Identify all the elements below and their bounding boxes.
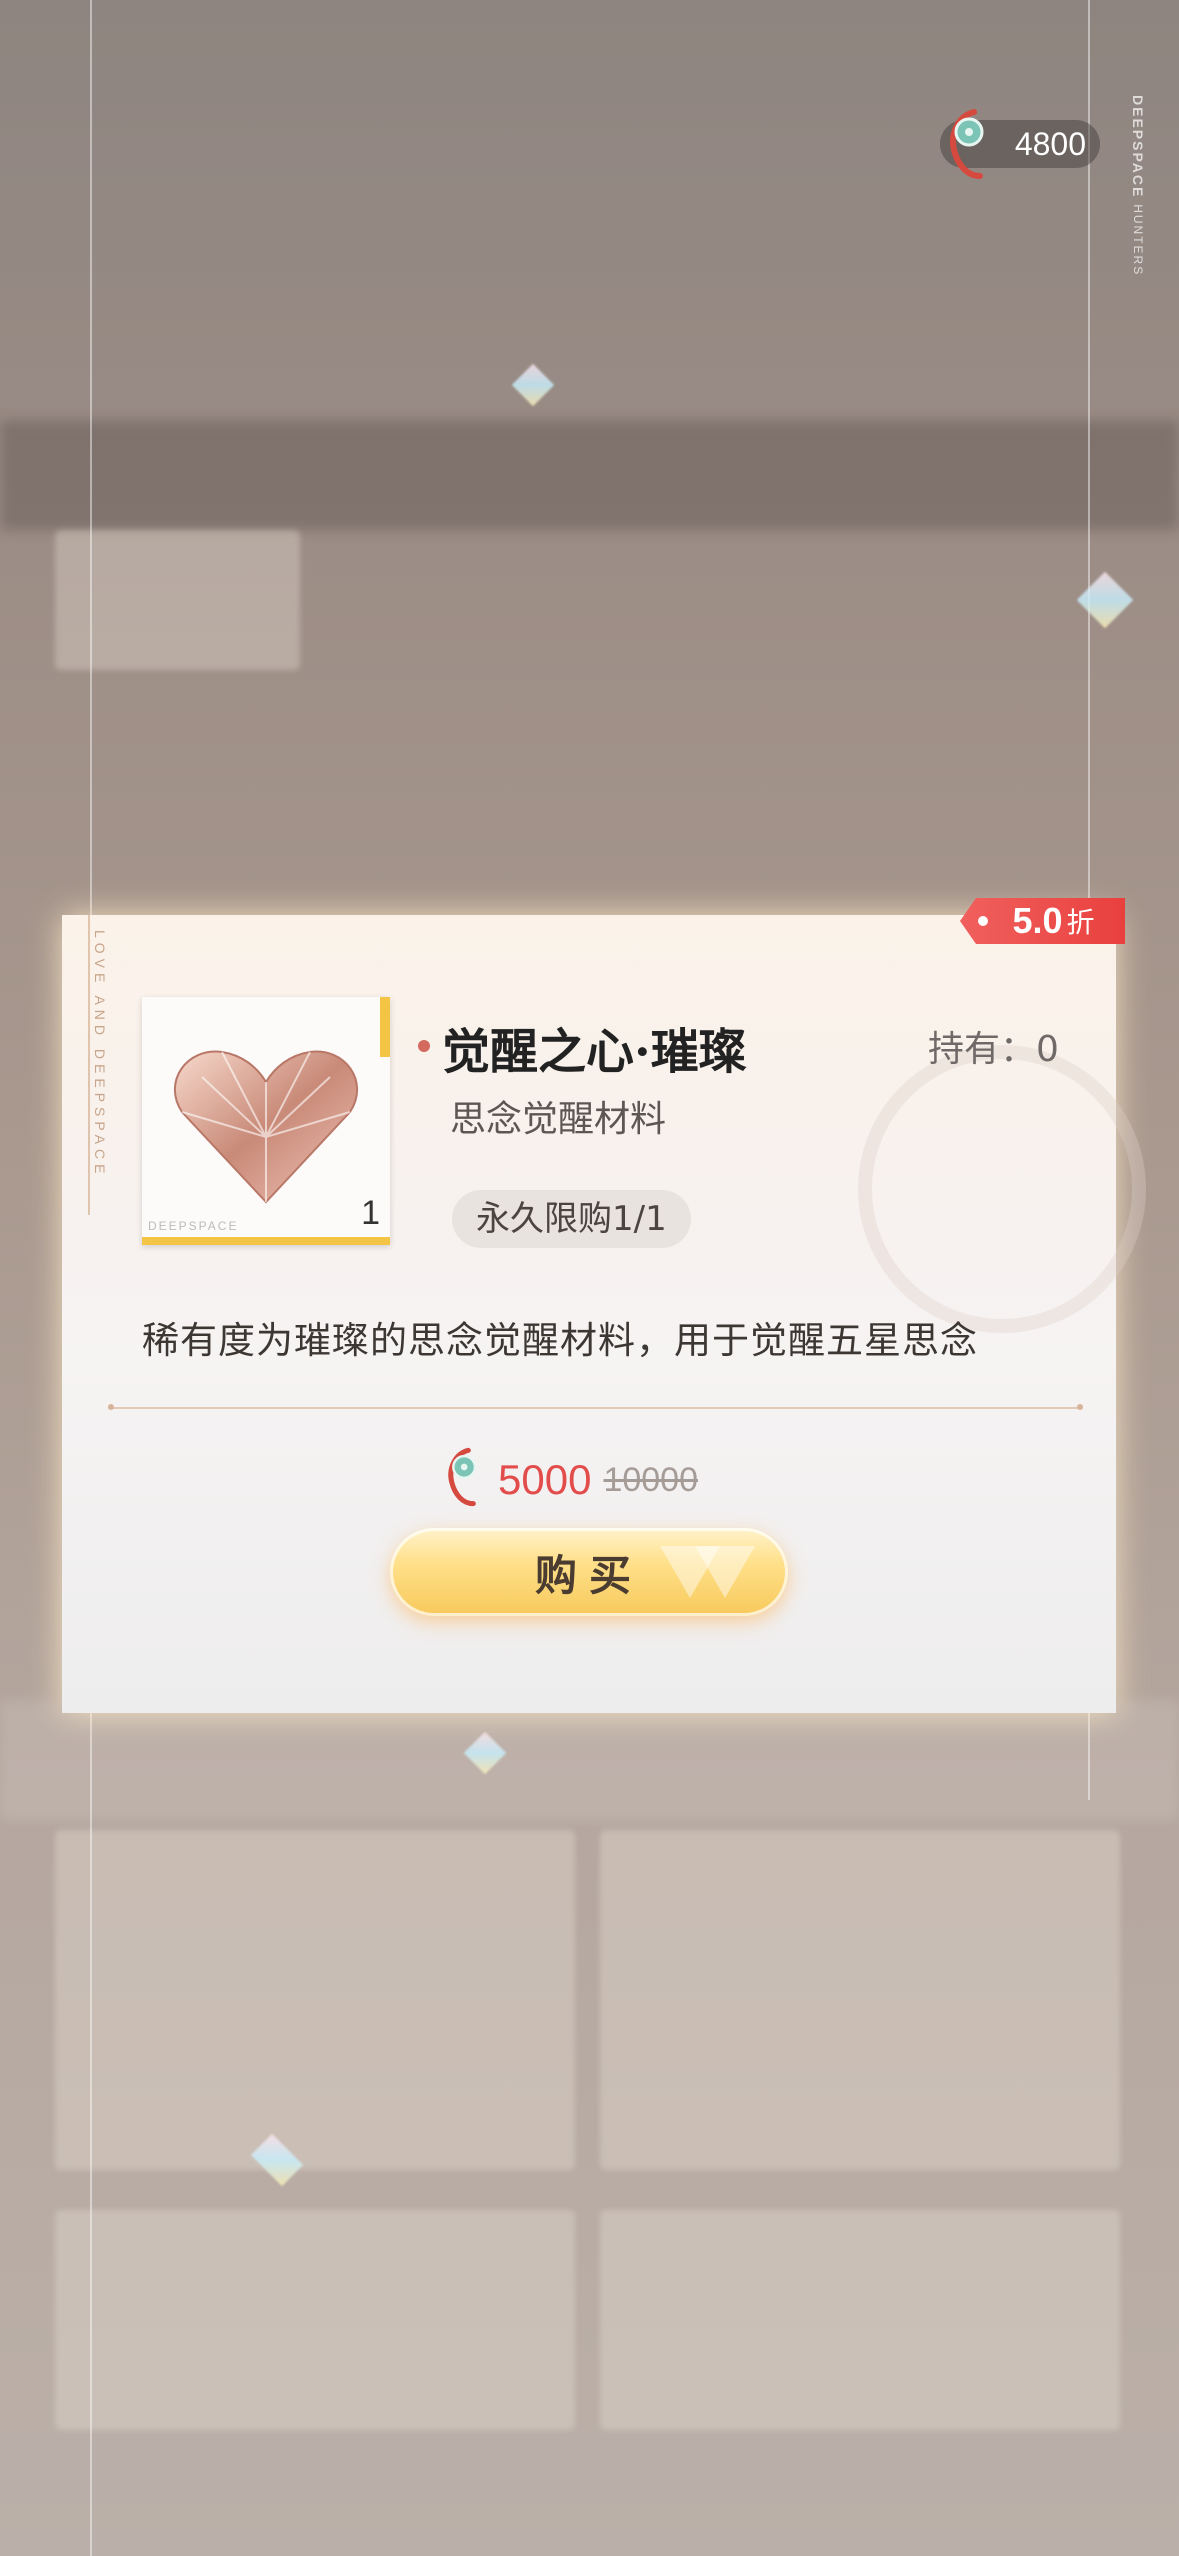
buy-button-label: 购买 xyxy=(534,1550,643,1600)
price-current: 5000 xyxy=(498,1456,592,1503)
title-dot xyxy=(418,1040,430,1052)
coin-icon xyxy=(448,1447,477,1507)
background-band xyxy=(0,1700,1179,1820)
item-icon-frame: DEEPSPACE 1 xyxy=(142,997,390,1245)
brand-logo: DEEPSPACE HUNTERS xyxy=(1130,95,1146,276)
discount-value: 5.0 xyxy=(1012,900,1063,941)
buy-button[interactable]: 购买 xyxy=(390,1528,788,1616)
discount-unit: 折 xyxy=(1066,906,1095,939)
currency-amount: 4800 xyxy=(1014,125,1086,162)
discount-dot xyxy=(978,916,988,926)
discount-badge: 5.0 折 xyxy=(960,898,1125,944)
button-decoration xyxy=(695,1546,755,1598)
rarity-bottom-bar xyxy=(142,1237,390,1245)
sparkle-decoration xyxy=(1076,571,1134,629)
price-original: 10000 xyxy=(603,1460,698,1499)
dialog-side-label: LOVE AND DEEPSPACE xyxy=(92,930,108,1179)
brand-logo-sub: HUNTERS xyxy=(1131,204,1145,277)
dialog-side-decoration xyxy=(62,915,90,1215)
diamond-heart-icon xyxy=(173,1050,359,1204)
item-icon-brand: DEEPSPACE xyxy=(148,1219,239,1233)
purchase-limit-badge: 永久限购1/1 xyxy=(452,1190,691,1248)
price-row: 5000 10000 xyxy=(440,1445,698,1515)
rarity-side-bar xyxy=(380,997,390,1057)
coin-icon xyxy=(950,109,984,179)
item-quantity: 1 xyxy=(361,1194,380,1232)
item-description: 稀有度为璀璨的思念觉醒材料，用于觉醒五星思念 xyxy=(142,1319,978,1362)
background-panel xyxy=(600,1830,1120,2170)
brand-logo-main: DEEPSPACE xyxy=(1130,95,1146,199)
owned-count: 持有：0 xyxy=(928,1029,1059,1070)
divider xyxy=(108,1404,1083,1410)
background-band xyxy=(0,420,1179,530)
item-category: 思念觉醒材料 xyxy=(450,1099,667,1140)
dialog-arc-decoration xyxy=(858,1045,1146,1333)
background-panel xyxy=(600,2210,1120,2430)
background-panel xyxy=(55,1830,575,2170)
sparkle-decoration xyxy=(511,363,555,407)
item-name: 觉醒之心·璀璨 xyxy=(442,1024,747,1080)
background-panel xyxy=(55,2210,575,2430)
